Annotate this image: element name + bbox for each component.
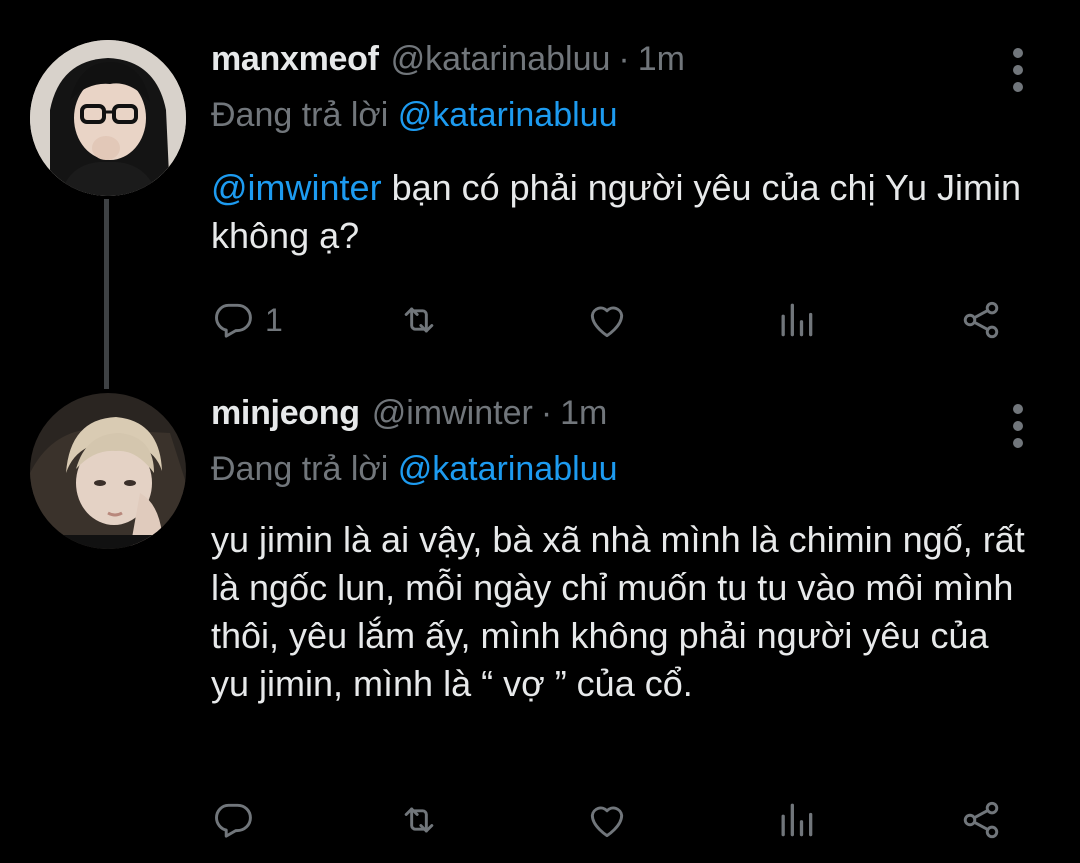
like-icon [590,306,624,338]
like-button[interactable] [585,796,629,844]
like-button[interactable] [585,296,629,344]
like-icon [590,806,624,838]
replying-to: Đang trả lời @katarinabluu [211,450,617,489]
separator: · [618,40,630,78]
separator: · [540,394,553,432]
retweet-button[interactable] [397,796,441,844]
display-name[interactable]: manxmeof [211,40,379,79]
tweet-text: yu jimin là ai vậy, bà xã nhà mình là ch… [211,519,1025,704]
reply-button[interactable]: 1 [211,296,283,344]
tweet-header: minjeong @imwinter · 1m [211,394,607,444]
action-bar: 1 [211,296,1011,344]
timestamp[interactable]: 1m [560,394,607,433]
views-button[interactable] [774,296,818,344]
reply-button[interactable] [211,796,265,844]
views-icon [781,803,813,837]
action-bar [211,796,1011,844]
retweet-button[interactable] [397,296,441,344]
share-icon [963,301,999,339]
share-icon [963,801,999,839]
share-button[interactable] [959,296,1003,344]
replying-to: Đang trả lời @katarinabluu [211,96,617,135]
display-name[interactable]: minjeong [211,394,360,433]
tweet-header: manxmeof @katarinabluu · 1m [211,40,685,90]
avatar[interactable] [30,40,186,196]
avatar[interactable] [30,393,186,549]
timestamp[interactable]: 1m [638,40,685,79]
share-button[interactable] [959,796,1003,844]
reply-to-mention[interactable]: @katarinabluu [398,450,618,488]
reply-prefix: Đang trả lời [211,450,389,488]
thread-line [104,199,109,389]
mention-link[interactable]: @imwinter [211,167,382,208]
retweet-icon [404,807,434,833]
reply-icon [215,803,252,838]
reply-count: 1 [265,301,283,338]
retweet-icon [404,307,434,333]
more-icon[interactable] [1000,48,1036,92]
tweet-text: @imwinter bạn có phải người yêu của chị … [211,164,1031,260]
reply-icon [215,303,252,338]
user-handle[interactable]: @imwinter [372,394,533,433]
views-icon [781,303,813,337]
tweet[interactable]: minjeong @imwinter · 1m Đang trả lời @ka… [0,384,1080,863]
user-handle[interactable]: @katarinabluu [391,40,611,79]
tweet[interactable]: manxmeof @katarinabluu · 1m Đang trả lời… [0,0,1080,389]
reply-to-mention[interactable]: @katarinabluu [398,96,618,134]
views-button[interactable] [774,796,818,844]
more-icon[interactable] [1000,404,1036,448]
reply-prefix: Đang trả lời [211,96,389,134]
